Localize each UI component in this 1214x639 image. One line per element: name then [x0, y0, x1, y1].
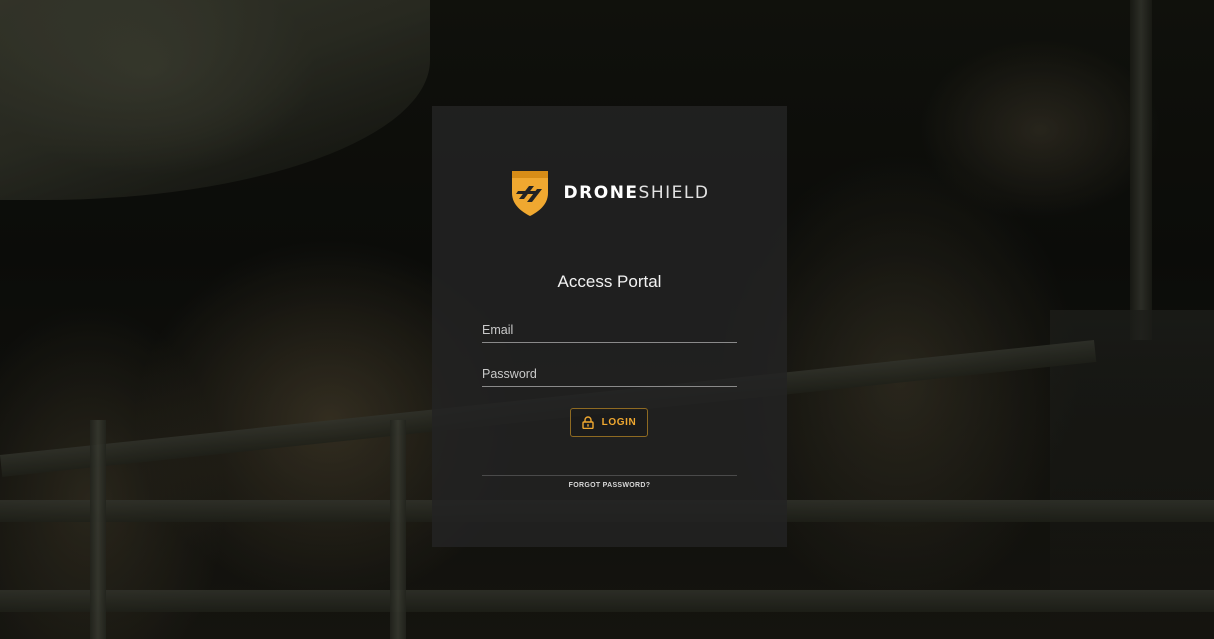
background-photo-panel — [1050, 310, 1214, 639]
brand-name-light: SHIELD — [638, 183, 710, 203]
background-photo-post — [390, 420, 406, 639]
brand-name: DRONESHIELD — [564, 183, 710, 203]
droneshield-shield-icon — [511, 171, 548, 216]
login-card: DRONESHIELD Access Portal LOGIN FORGOT P… — [432, 106, 787, 547]
page-title: Access Portal — [557, 272, 662, 291]
forgot-password-link[interactable]: FORGOT PASSWORD? — [432, 482, 787, 489]
brand-name-bold: DRONE — [563, 183, 639, 203]
background-photo-tarp — [0, 0, 430, 200]
login-button[interactable]: LOGIN — [570, 408, 648, 437]
login-page: DRONESHIELD Access Portal LOGIN FORGOT P… — [0, 0, 1214, 639]
email-field-wrapper — [482, 312, 737, 343]
form-divider — [482, 475, 737, 476]
background-photo-rail — [0, 590, 1214, 612]
login-button-label: LOGIN — [601, 417, 637, 428]
password-field[interactable] — [482, 356, 737, 386]
password-field-wrapper — [482, 356, 737, 387]
background-photo-pole — [1130, 0, 1152, 340]
lock-icon — [581, 416, 594, 429]
background-photo-post — [90, 420, 106, 639]
email-field[interactable] — [482, 312, 737, 342]
brand-logo: DRONESHIELD — [432, 168, 787, 218]
